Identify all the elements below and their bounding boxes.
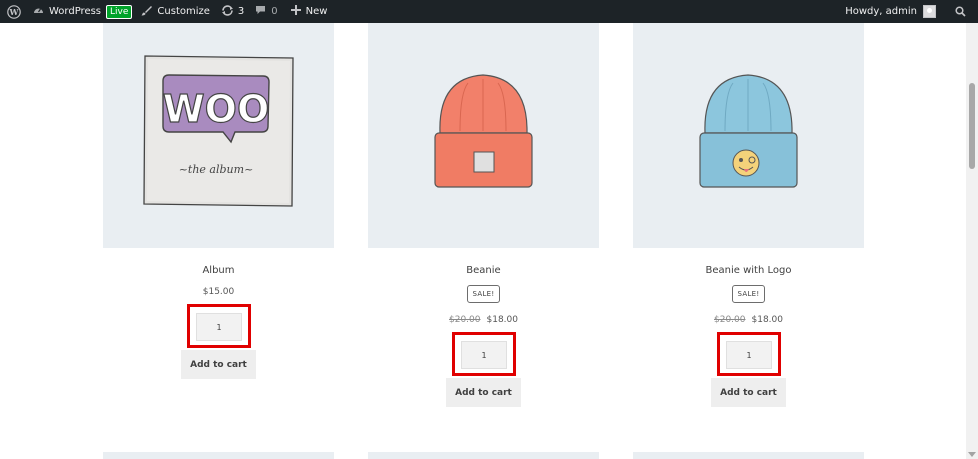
quantity-input-beanie-with-logo[interactable]: 1: [726, 341, 772, 369]
sale-badge-beanie-with-logo: SALE!: [732, 285, 765, 303]
old-price: $20.00: [714, 315, 746, 325]
product-card-album: WOO ~the album~ Album $15.00 1 Add to ca…: [103, 23, 334, 379]
quantity-highlight: 1: [452, 332, 516, 376]
comment-bubble-icon: [255, 5, 266, 18]
old-price: $20.00: [449, 315, 481, 325]
new-content-link[interactable]: New: [278, 0, 328, 23]
new-label: New: [305, 6, 328, 17]
album-cover-illustration: WOO ~the album~: [143, 55, 294, 207]
wordpress-logo-icon[interactable]: W: [0, 0, 27, 23]
scroll-down-arrow-icon[interactable]: [968, 452, 976, 457]
product-price-beanie-with-logo: $20.00 $18.00: [633, 315, 864, 325]
site-name-label: WordPress: [49, 6, 102, 17]
current-price: $15.00: [202, 287, 235, 297]
sale-badge-beanie: SALE!: [467, 285, 500, 303]
next-product-image[interactable]: [368, 452, 599, 459]
add-to-cart-button-album[interactable]: Add to cart: [181, 350, 256, 379]
updates-link[interactable]: 3: [210, 0, 244, 23]
customize-label: Customize: [157, 6, 210, 17]
product-card-beanie-with-logo: Beanie with Logo SALE! $20.00 $18.00 1 Ad…: [633, 23, 864, 407]
live-badge: Live: [106, 4, 133, 19]
plus-icon: [290, 5, 301, 18]
orange-beanie-illustration: [434, 74, 533, 188]
quantity-input-album[interactable]: 1: [196, 313, 242, 341]
product-title-beanie[interactable]: Beanie: [368, 265, 599, 276]
add-to-cart-button-beanie[interactable]: Add to cart: [446, 378, 521, 407]
account-menu[interactable]: Howdy, admin: [845, 0, 950, 23]
product-title-album[interactable]: Album: [103, 265, 334, 276]
blue-beanie-illustration: [699, 74, 798, 188]
admin-bar: W WordPress Live Customize 3 0 New Howdy…: [0, 0, 978, 23]
quantity-highlight: 1: [717, 332, 781, 376]
customize-link[interactable]: Customize: [132, 0, 210, 23]
site-name-link[interactable]: WordPress Live: [27, 0, 133, 23]
album-woo-text: WOO: [163, 87, 270, 131]
dashboard-gauge-icon: [33, 5, 44, 18]
current-price: $18.00: [486, 315, 519, 325]
add-to-cart-button-beanie-with-logo[interactable]: Add to cart: [711, 378, 786, 407]
quantity-highlight: 1: [187, 304, 251, 348]
page-scrollbar[interactable]: [966, 23, 978, 459]
updates-icon: [221, 4, 234, 19]
search-icon[interactable]: [950, 0, 970, 23]
brush-icon: [141, 5, 153, 19]
scrollbar-thumb[interactable]: [969, 83, 975, 169]
product-image-beanie-with-logo[interactable]: [633, 23, 864, 248]
next-product-image[interactable]: [103, 452, 334, 459]
product-card-beanie: Beanie SALE! $20.00 $18.00 1 Add to cart: [368, 23, 599, 407]
product-image-album[interactable]: WOO ~the album~: [103, 23, 334, 248]
next-product-image[interactable]: [633, 452, 864, 459]
product-price-beanie: $20.00 $18.00: [368, 315, 599, 325]
svg-text:W: W: [8, 7, 19, 17]
quantity-input-beanie[interactable]: 1: [461, 341, 507, 369]
comments-link[interactable]: 0: [244, 0, 278, 23]
product-title-beanie-with-logo[interactable]: Beanie with Logo: [633, 265, 864, 276]
avatar: [923, 5, 936, 18]
album-subtitle-text: ~the album~: [179, 163, 254, 176]
admin-bar-secondary: Howdy, admin: [845, 0, 978, 23]
howdy-label: Howdy, admin: [845, 6, 917, 17]
product-price-album: $15.00: [103, 287, 334, 297]
product-image-beanie[interactable]: [368, 23, 599, 248]
current-price: $18.00: [751, 315, 784, 325]
